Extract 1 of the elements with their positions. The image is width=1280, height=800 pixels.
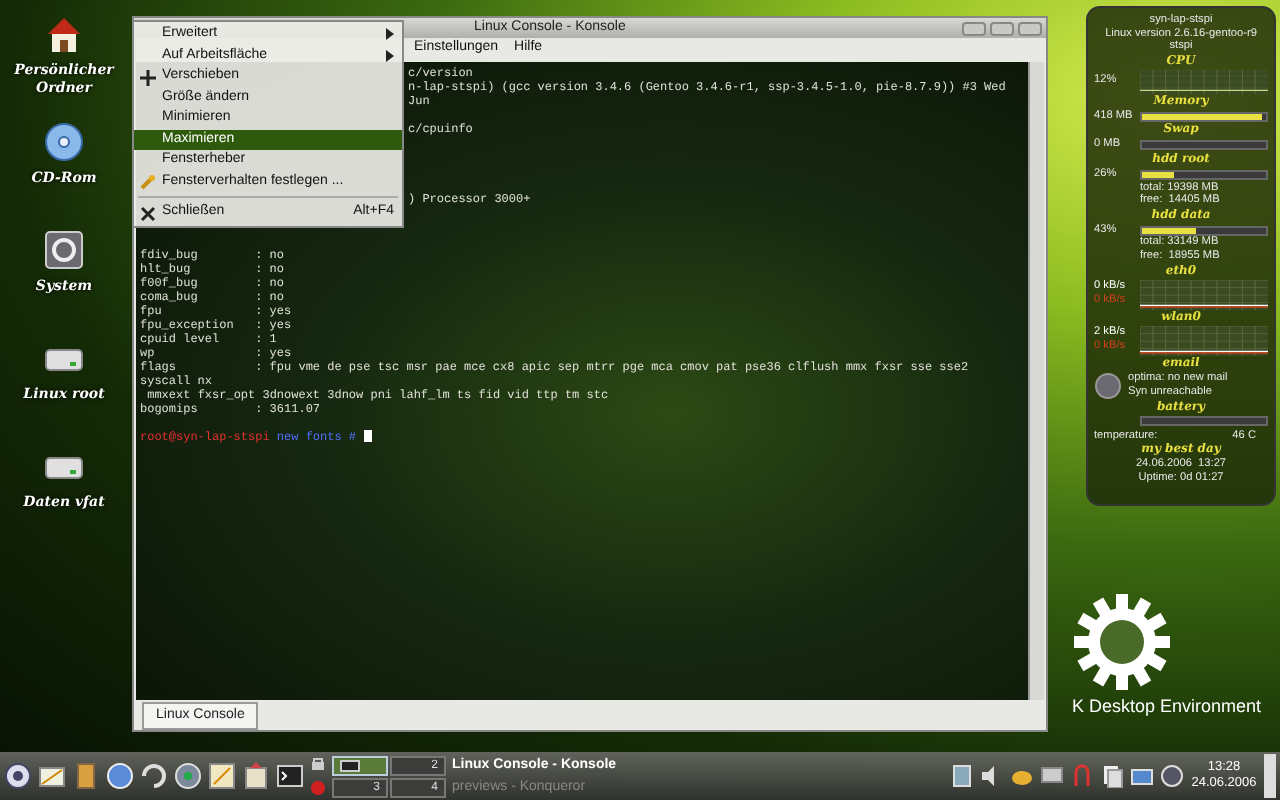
logo-text: K Desktop Environment <box>1072 694 1262 720</box>
